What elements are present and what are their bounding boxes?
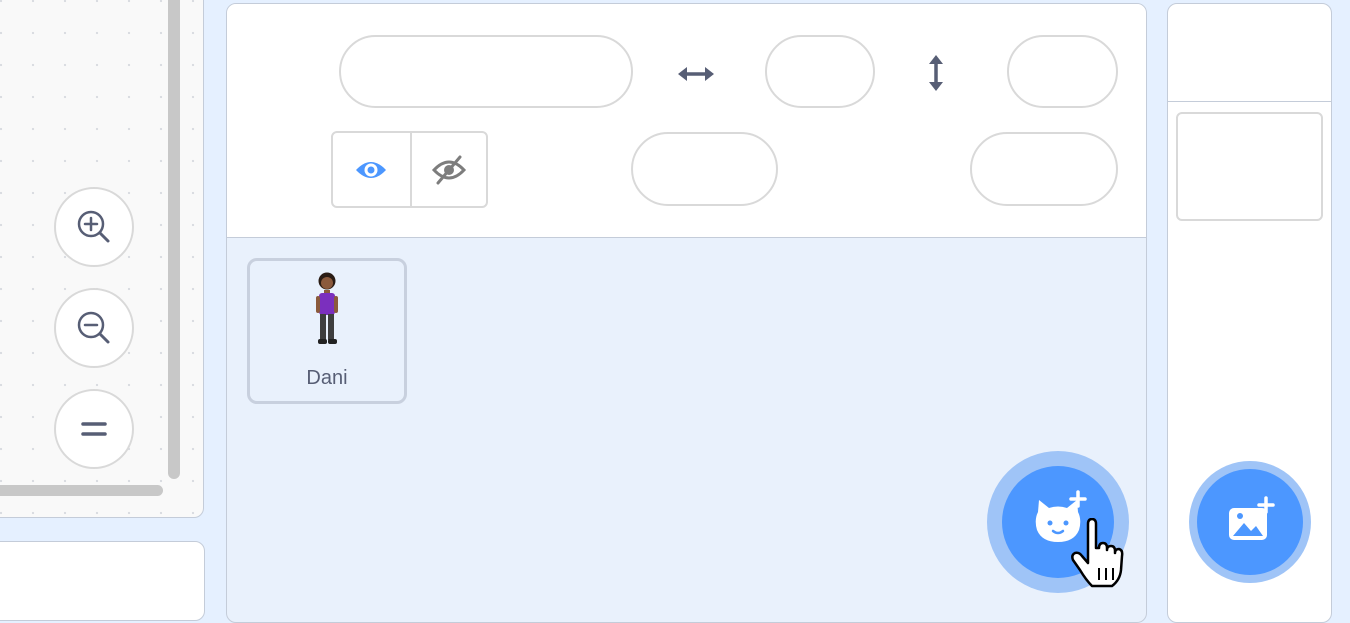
eye-icon [356,161,387,178]
stage-header [1168,4,1331,102]
size-input[interactable] [631,132,778,206]
sprite-info-panel [227,4,1146,238]
add-backdrop-ring [1189,461,1311,583]
sprite-name-label: Dani [306,367,348,389]
sprite-tile[interactable]: Dani [247,258,407,404]
code-workspace[interactable] [0,0,204,518]
x-position-input[interactable] [765,35,875,108]
zoom-in-button[interactable] [54,187,134,267]
add-backdrop-button[interactable] [1197,469,1303,575]
sprite-thumbnail [316,272,338,344]
hand-pointer-icon [1071,518,1124,588]
show-sprite-button[interactable] [333,133,410,206]
stage-pane [1167,3,1332,623]
hide-sprite-button[interactable] [409,133,487,206]
zoom-reset-button[interactable] [54,389,134,469]
horizontal-scrollbar[interactable] [0,485,163,496]
zoom-out-icon [77,311,110,344]
direction-input[interactable] [970,132,1118,206]
equals-icon [81,422,107,436]
stage-backdrop-thumbnail[interactable] [1176,112,1323,221]
image-plus-icon [1229,496,1275,540]
sprite-name-input[interactable] [339,35,633,108]
show-toggle-group [331,131,488,208]
vertical-arrow-icon [924,51,948,95]
vertical-scrollbar[interactable] [168,0,180,479]
sprite-pane: Dani [226,3,1147,623]
bottom-left-panel [0,541,205,621]
horizontal-arrow-icon [674,59,718,89]
zoom-in-icon [77,210,110,243]
eye-slash-icon [431,155,466,184]
zoom-out-button[interactable] [54,288,134,368]
y-position-input[interactable] [1007,35,1118,108]
